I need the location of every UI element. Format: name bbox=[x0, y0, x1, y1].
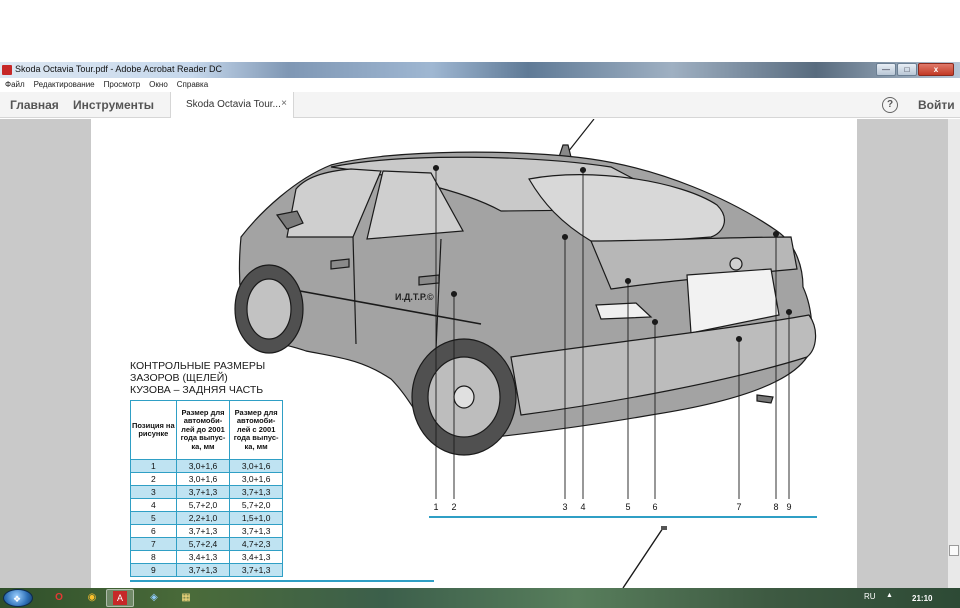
menu-view[interactable]: Просмотр bbox=[104, 78, 141, 92]
table-row: 2 3,0+1,6 3,0+1,6 bbox=[130, 472, 283, 486]
document-viewer: И.Д.Т.Р.© КОНТРОЛЬНЫЕ РАЗМЕРЫ ЗАЗОРОВ (Щ… bbox=[0, 119, 960, 588]
scrollbar-thumb[interactable] bbox=[949, 545, 959, 556]
heading-line-3: КУЗОВА – ЗАДНЯЯ ЧАСТЬ bbox=[130, 384, 264, 396]
menu-file[interactable]: Файл bbox=[5, 78, 25, 92]
cell: 3,4+1,3 bbox=[175, 550, 231, 564]
cell: 5,7+2,0 bbox=[175, 498, 231, 512]
cell: 2 bbox=[130, 472, 177, 486]
cell: 3,7+1,3 bbox=[229, 563, 283, 577]
minimize-button[interactable]: — bbox=[876, 63, 896, 76]
callout-3: 3 bbox=[562, 502, 568, 512]
menu-edit[interactable]: Редактирование bbox=[34, 78, 95, 92]
callout-8: 8 bbox=[773, 502, 779, 512]
cell: 1 bbox=[130, 459, 177, 473]
cell: 3,4+1,3 bbox=[229, 550, 283, 564]
cell: 3,7+1,3 bbox=[229, 485, 283, 499]
cell: 3,0+1,6 bbox=[175, 472, 231, 486]
callout-5: 5 bbox=[625, 502, 631, 512]
cell: 3,7+1,3 bbox=[175, 563, 231, 577]
menu-bar: Файл Редактирование Просмотр Окно Справк… bbox=[0, 78, 960, 92]
tray-expand-icon[interactable]: ▲ bbox=[886, 592, 893, 599]
callout-6: 6 bbox=[652, 502, 658, 512]
table-row: 5 2,2+1,0 1,5+1,0 bbox=[130, 511, 283, 525]
cell: 4 bbox=[130, 498, 177, 512]
title-bar: Skoda Octavia Tour.pdf - Adobe Acrobat R… bbox=[0, 62, 960, 78]
help-icon[interactable]: ? bbox=[882, 97, 898, 113]
window-controls: — □ x bbox=[876, 63, 954, 76]
document-tab-close-icon[interactable]: × bbox=[281, 98, 287, 109]
chrome-taskbar-icon[interactable]: ◉ bbox=[78, 589, 106, 607]
cell: 3 bbox=[130, 485, 177, 499]
acrobat-taskbar-icon[interactable]: A bbox=[106, 589, 134, 607]
menu-window[interactable]: Окно bbox=[149, 78, 168, 92]
vertical-scrollbar[interactable] bbox=[948, 119, 960, 588]
windows-logo-icon: ❖ bbox=[13, 594, 22, 604]
maximize-button[interactable]: □ bbox=[897, 63, 917, 76]
cell: 5,7+2,0 bbox=[229, 498, 283, 512]
header-before-2001: Размер для автомоби-лей до 2001 года вып… bbox=[175, 400, 231, 460]
section-heading: КОНТРОЛЬНЫЕ РАЗМЕРЫ ЗАЗОРОВ (ЩЕЛЕЙ) КУЗО… bbox=[130, 360, 265, 396]
pdf-page: И.Д.Т.Р.© КОНТРОЛЬНЫЕ РАЗМЕРЫ ЗАЗОРОВ (Щ… bbox=[91, 119, 857, 588]
heading-line-2: ЗАЗОРОВ (ЩЕЛЕЙ) bbox=[130, 372, 228, 384]
table-row: 8 3,4+1,3 3,4+1,3 bbox=[130, 550, 283, 564]
cell: 5 bbox=[130, 511, 177, 525]
taskbar: ❖ O ◉ A ◈ ▦ RU ▲ 21:10 bbox=[0, 588, 960, 608]
language-indicator[interactable]: RU bbox=[864, 592, 876, 601]
table-row: 7 5,7+2,4 4,7+2,3 bbox=[130, 537, 283, 551]
callout-4: 4 bbox=[580, 502, 586, 512]
header-position: Позиция на рисунке bbox=[130, 400, 177, 460]
opera-taskbar-icon[interactable]: O bbox=[45, 589, 73, 607]
screen: Skoda Octavia Tour.pdf - Adobe Acrobat R… bbox=[0, 0, 960, 608]
cell: 4,7+2,3 bbox=[229, 537, 283, 551]
cell: 5,7+2,4 bbox=[175, 537, 231, 551]
cell: 6 bbox=[130, 524, 177, 538]
callout-7: 7 bbox=[736, 502, 742, 512]
close-button[interactable]: x bbox=[918, 63, 954, 76]
tab-bar: Главная Инструменты Skoda Octavia Tour..… bbox=[0, 92, 960, 118]
cell: 3,0+1,6 bbox=[229, 459, 283, 473]
acrobat-app-icon bbox=[2, 65, 12, 75]
home-tab[interactable]: Главная bbox=[10, 98, 59, 112]
cell: 2,2+1,0 bbox=[175, 511, 231, 525]
table-row: 1 3,0+1,6 3,0+1,6 bbox=[130, 459, 283, 473]
callout-1: 1 bbox=[433, 502, 439, 512]
cell: 3,0+1,6 bbox=[229, 472, 283, 486]
window-title: Skoda Octavia Tour.pdf - Adobe Acrobat R… bbox=[15, 64, 222, 74]
heading-line-1: КОНТРОЛЬНЫЕ РАЗМЕРЫ bbox=[130, 360, 266, 372]
cell: 3,7+1,3 bbox=[175, 485, 231, 499]
document-tab[interactable]: Skoda Octavia Tour... × bbox=[170, 92, 294, 118]
start-button[interactable]: ❖ bbox=[3, 589, 33, 607]
table-row: 9 3,7+1,3 3,7+1,3 bbox=[130, 563, 283, 577]
cell: 1,5+1,0 bbox=[229, 511, 283, 525]
signin-button[interactable]: Войти bbox=[918, 98, 955, 112]
divider-left bbox=[130, 580, 434, 582]
divider-right bbox=[429, 516, 817, 518]
clock[interactable]: 21:10 bbox=[912, 594, 932, 603]
table-row: 6 3,7+1,3 3,7+1,3 bbox=[130, 524, 283, 538]
gap-size-table: Позиция на рисунке Размер для автомоби-л… bbox=[130, 400, 283, 577]
cell: 3,7+1,3 bbox=[175, 524, 231, 538]
cell: 9 bbox=[130, 563, 177, 577]
header-after-2001: Размер для автомоби-лей с 2001 года выпу… bbox=[229, 400, 283, 460]
cell: 8 bbox=[130, 550, 177, 564]
browser-taskbar-icon[interactable]: ◈ bbox=[140, 589, 168, 607]
callout-2: 2 bbox=[451, 502, 457, 512]
cell: 3,7+1,3 bbox=[229, 524, 283, 538]
document-tab-label: Skoda Octavia Tour... bbox=[186, 99, 281, 110]
table-row: 4 5,7+2,0 5,7+2,0 bbox=[130, 498, 283, 512]
callout-9: 9 bbox=[786, 502, 792, 512]
menu-help[interactable]: Справка bbox=[177, 78, 208, 92]
explorer-taskbar-icon[interactable]: ▦ bbox=[172, 589, 200, 607]
table-header-row: Позиция на рисунке Размер для автомоби-л… bbox=[130, 400, 283, 460]
table-row: 3 3,7+1,3 3,7+1,3 bbox=[130, 485, 283, 499]
cell: 3,0+1,6 bbox=[175, 459, 231, 473]
cell: 7 bbox=[130, 537, 177, 551]
tools-tab[interactable]: Инструменты bbox=[73, 98, 154, 112]
watermark: И.Д.Т.Р.© bbox=[395, 292, 434, 302]
